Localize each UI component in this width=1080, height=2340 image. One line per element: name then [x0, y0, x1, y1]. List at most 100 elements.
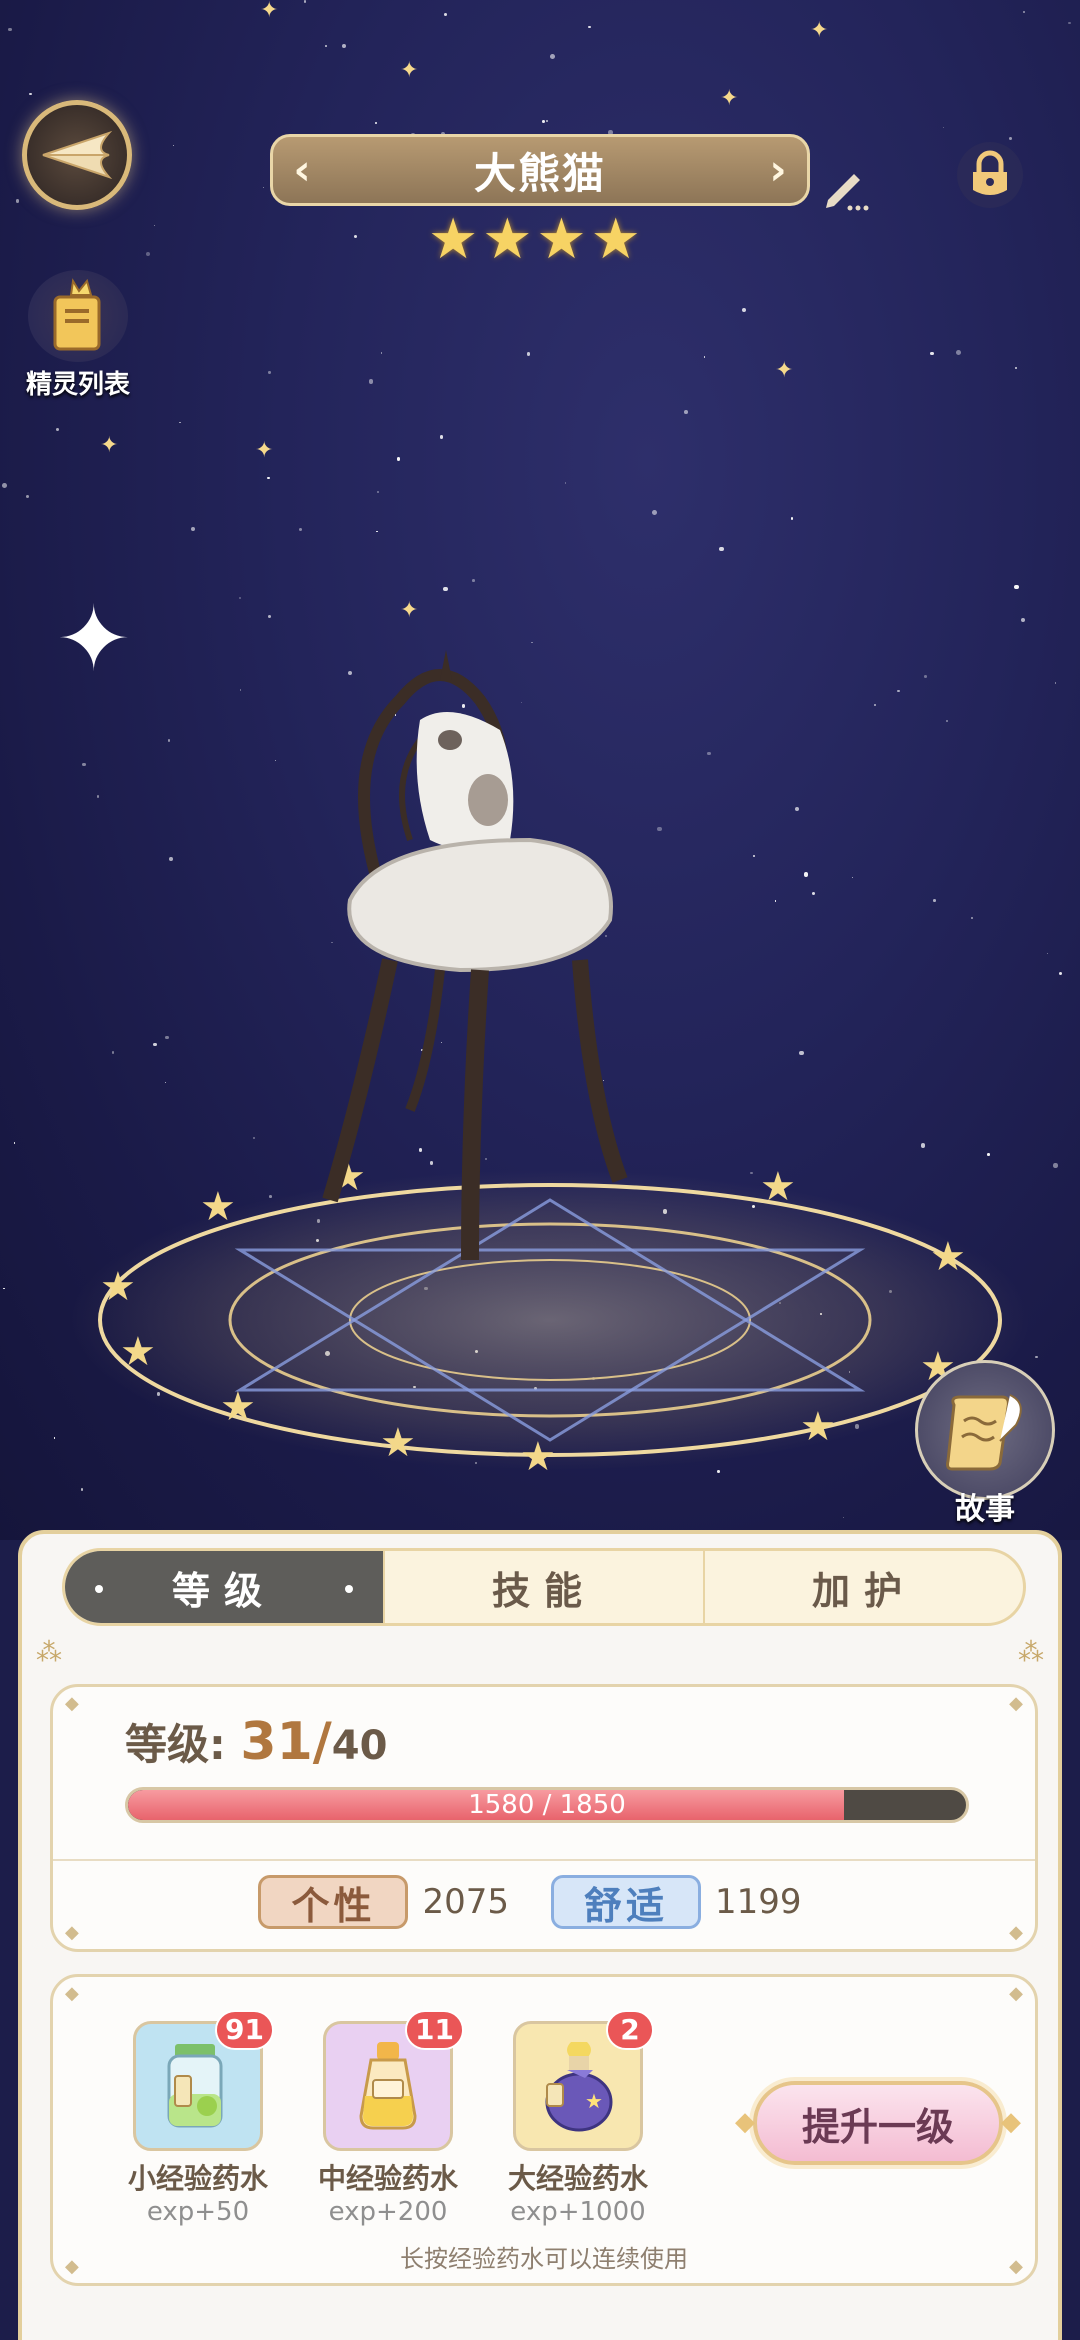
background-star — [380, 352, 382, 354]
lock-icon[interactable] — [955, 140, 1025, 210]
background-star — [719, 546, 724, 552]
background-star — [25, 495, 29, 499]
exp-progress-bar: 1580 / 1850 — [125, 1787, 969, 1823]
svg-text:★: ★ — [800, 1404, 836, 1450]
tab-skills[interactable]: 技能 — [385, 1551, 705, 1623]
background-star — [741, 308, 746, 313]
background-star — [795, 806, 800, 812]
background-star — [526, 351, 531, 356]
background-star — [8, 27, 12, 32]
background-star — [267, 476, 270, 480]
next-pet-button[interactable]: › — [755, 147, 801, 193]
background-star — [53, 1436, 56, 1439]
divider — [53, 1859, 1035, 1861]
background-star — [13, 1142, 16, 1144]
previous-pet-button[interactable]: ‹ — [279, 147, 325, 193]
background-star — [443, 12, 447, 16]
potion-hint: 长按经验药水可以连续使用 — [400, 2245, 688, 2273]
tab-level[interactable]: 等级 — [65, 1551, 385, 1623]
background-star — [471, 578, 475, 582]
info-panel: 等级 技能 加护 ⁂ ⁂ ◆ ◆ ◆ ◆ 等级: 31/40 1580 / 1850… — [18, 1530, 1062, 2340]
chair-pet-model — [322, 650, 628, 1261]
sparkle-icon: ✦ — [400, 598, 419, 623]
background-star — [15, 198, 20, 203]
background-star — [443, 586, 448, 592]
story-label: 故事 — [955, 1492, 1015, 1527]
sparkle-icon: ✦ — [260, 0, 279, 23]
background-star — [342, 44, 347, 49]
potion-name: 中经验药水 — [317, 2162, 458, 2195]
background-star — [3, 1287, 5, 1290]
background-star — [930, 351, 935, 356]
background-star — [842, 1516, 844, 1518]
background-star — [164, 1035, 169, 1040]
corner-ornament-right: ⁂ — [1018, 1638, 1044, 1668]
large-exp-potion[interactable]: ★ 2 大经验药水 exp+1000 — [485, 2010, 671, 2227]
svg-text:★: ★ — [100, 1264, 136, 1310]
svg-text:★: ★ — [520, 1434, 556, 1480]
personality-tag: 个性 — [258, 1875, 409, 1929]
background-star — [1059, 971, 1063, 975]
background-star — [55, 427, 59, 431]
sparkle-icon: ✦ — [810, 18, 829, 43]
background-star — [799, 1050, 804, 1055]
story-button[interactable]: 故事 — [905, 1360, 1065, 1528]
potion-slot[interactable]: 91 — [133, 2010, 274, 2151]
background-star — [298, 527, 302, 532]
background-star — [550, 53, 556, 59]
level-up-button[interactable]: 提升一级 — [735, 2081, 1021, 2165]
pet-name-bar: ‹ 大熊猫 › — [270, 134, 810, 206]
background-star — [376, 530, 378, 532]
background-star — [439, 435, 443, 439]
background-star — [851, 876, 854, 879]
small-potion-icon — [167, 2044, 223, 2128]
sparkle-icon: ✦ — [400, 58, 419, 83]
background-star — [239, 689, 242, 691]
background-star — [955, 350, 961, 356]
level-current: 31 — [240, 1712, 313, 1772]
background-star — [238, 596, 242, 600]
background-star — [971, 916, 974, 919]
potion-exp: exp+1000 — [510, 2197, 646, 2227]
potion-slot[interactable]: 11 — [323, 2010, 464, 2151]
background-star — [96, 795, 100, 798]
background-star — [167, 738, 171, 742]
small-exp-potion[interactable]: 91 小经验药水 exp+50 — [105, 2010, 291, 2227]
potion-count-badge: 2 — [606, 2010, 654, 2050]
background-star — [874, 703, 877, 707]
corner-ornament-left: ⁂ — [36, 1638, 62, 1668]
background-star — [153, 225, 156, 227]
background-star — [946, 720, 948, 723]
tab-blessing[interactable]: 加护 — [705, 1551, 1023, 1623]
background-star — [146, 251, 151, 256]
background-star — [1046, 952, 1048, 954]
comfort-value: 1199 — [715, 1882, 802, 1922]
sprite-list-label: 精灵列表 — [25, 370, 130, 400]
background-star — [564, 481, 567, 484]
background-star — [920, 1143, 926, 1149]
background-star — [587, 25, 591, 29]
potion-slot[interactable]: ★ 2 — [513, 2010, 654, 2151]
background-star — [1068, 21, 1071, 24]
edit-pencil-icon[interactable] — [820, 160, 872, 212]
back-button[interactable] — [22, 100, 132, 210]
sprite-list-button[interactable]: 精灵列表 — [18, 270, 138, 401]
background-star — [1015, 367, 1018, 370]
personality-value: 2075 — [422, 1882, 509, 1922]
background-star — [1014, 584, 1019, 590]
level-label: 等级: — [125, 1720, 226, 1769]
background-star — [153, 1042, 157, 1047]
background-star — [374, 121, 377, 125]
background-star — [1053, 1163, 1058, 1168]
svg-text:★: ★ — [380, 1420, 416, 1466]
background-star — [541, 120, 545, 123]
potion-exp: exp+50 — [146, 2197, 250, 2227]
potion-exp: exp+200 — [328, 2197, 448, 2227]
background-star — [112, 1051, 115, 1054]
background-star — [942, 126, 945, 129]
medium-exp-potion[interactable]: 11 中经验药水 exp+200 — [295, 2010, 481, 2227]
big-sparkle-icon: ✦ — [56, 587, 132, 692]
rating-star-icon: ★ — [428, 207, 479, 272]
background-star — [165, 1081, 167, 1083]
background-star — [303, 0, 307, 3]
